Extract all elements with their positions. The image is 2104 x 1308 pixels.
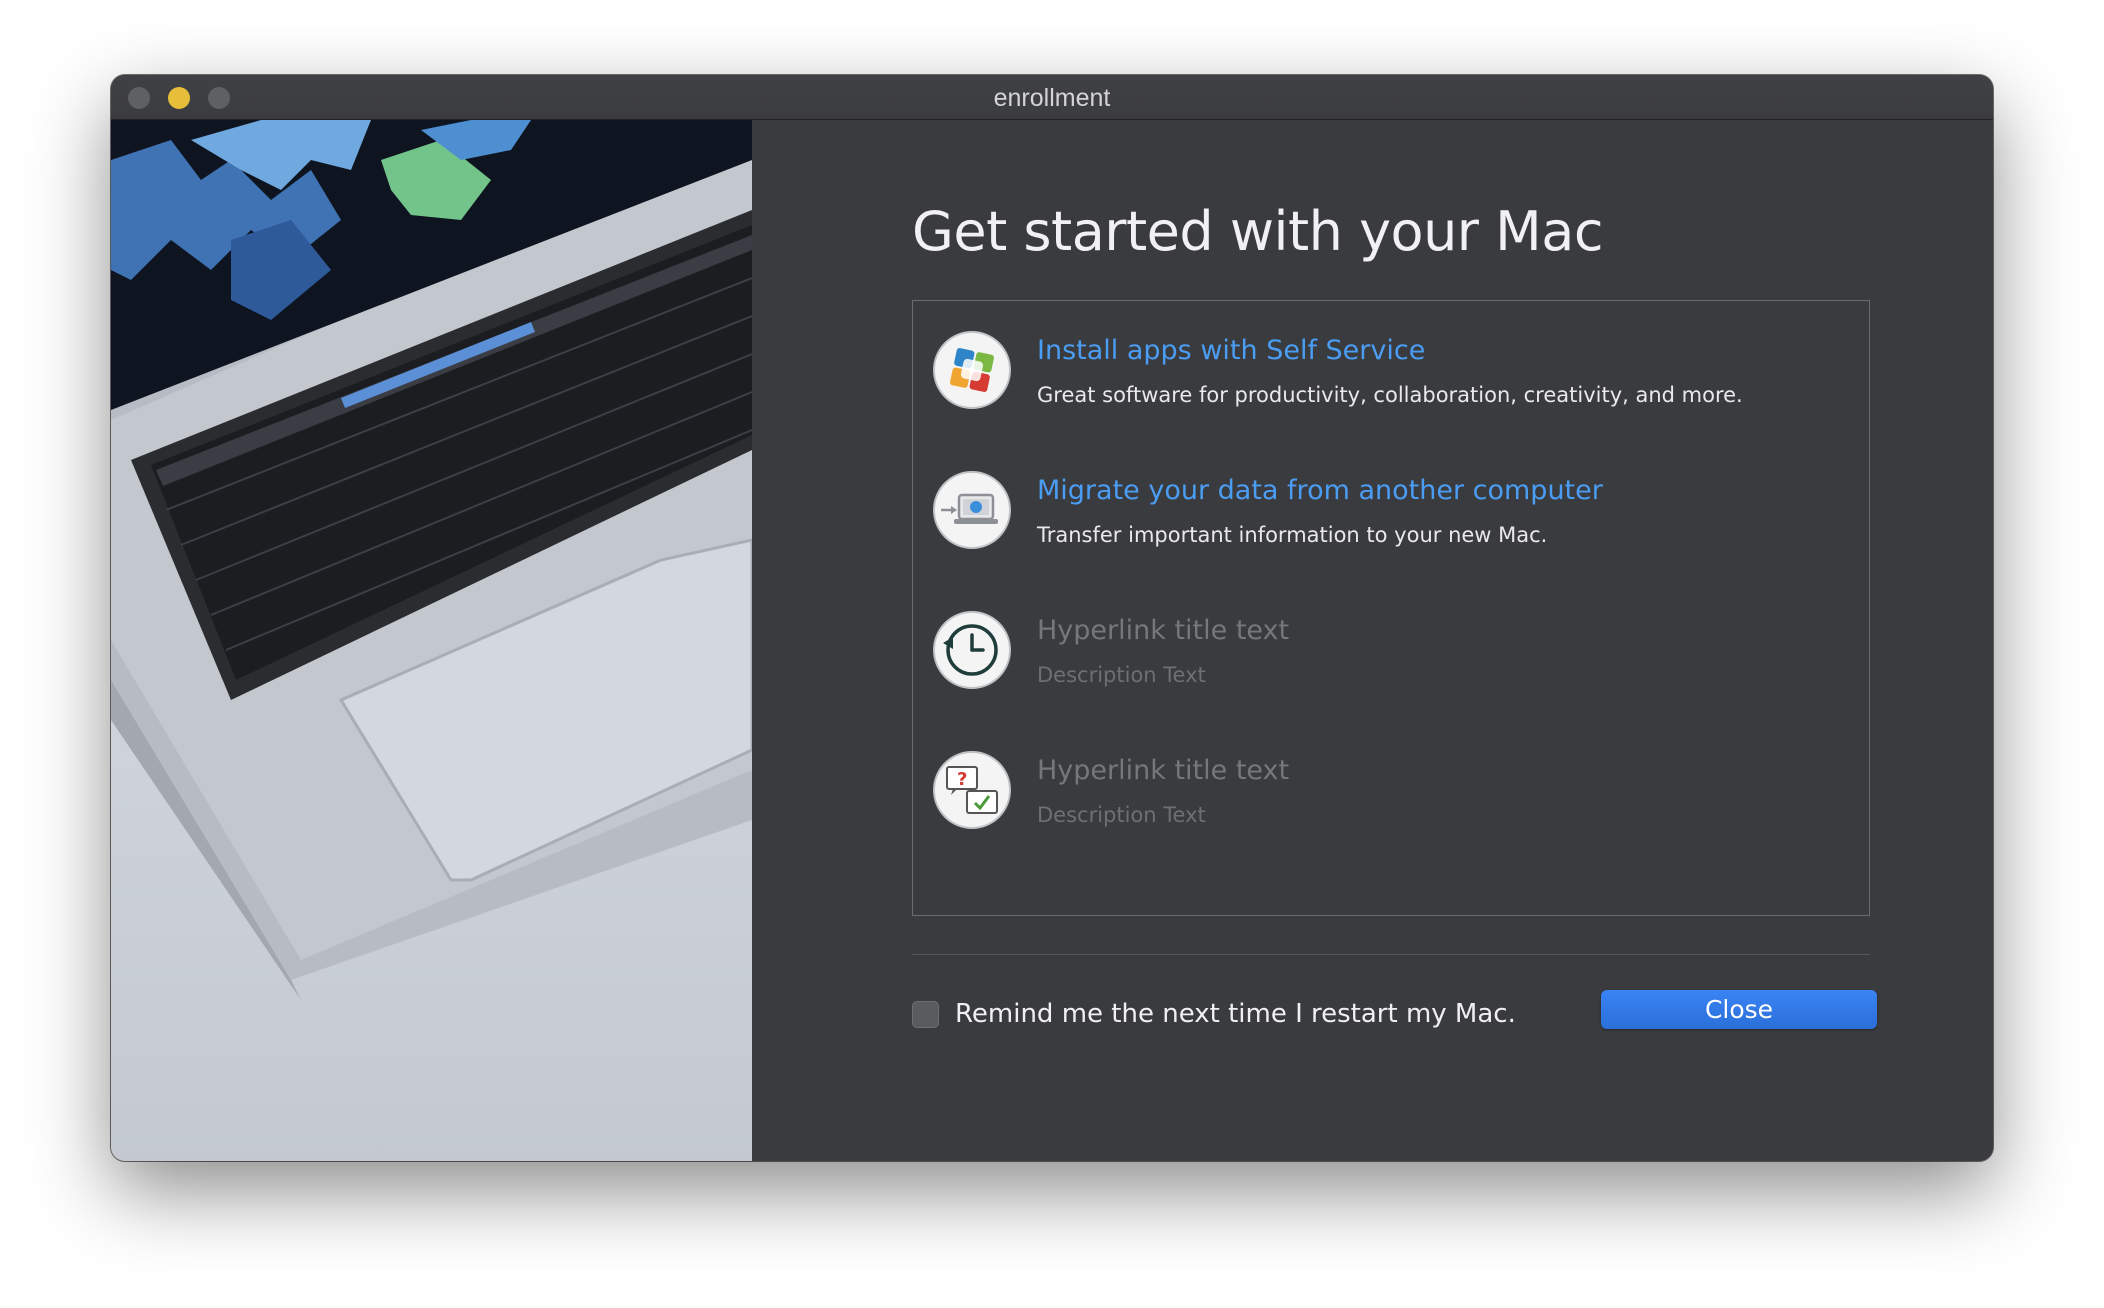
- close-button[interactable]: Close: [1601, 990, 1877, 1029]
- page-title: Get started with your Mac: [912, 200, 1604, 263]
- placeholder-link-2[interactable]: Hyperlink title text: [1037, 755, 1289, 786]
- window-title: enrollment: [993, 84, 1111, 112]
- footer-divider: [912, 954, 1870, 955]
- remind-option[interactable]: Remind me the next time I restart my Mac…: [912, 994, 1516, 1034]
- title-bar[interactable]: enrollment: [111, 75, 1993, 120]
- help-chat-icon: ?: [933, 751, 1011, 829]
- remind-checkbox[interactable]: [912, 1000, 939, 1028]
- list-item-migrate[interactable]: Migrate your data from another computer …: [933, 471, 1833, 571]
- install-apps-description: Great software for productivity, collabo…: [1037, 383, 1743, 407]
- time-machine-clock-icon: [933, 611, 1011, 689]
- svg-text:?: ?: [957, 769, 967, 790]
- migration-laptop-icon[interactable]: [933, 471, 1011, 549]
- content-pane: Get started with your Mac Install apps w…: [752, 120, 1993, 1161]
- self-service-icon[interactable]: [933, 331, 1011, 409]
- list-item-placeholder-1[interactable]: Hyperlink title text Description Text: [933, 611, 1833, 711]
- placeholder-description-1: Description Text: [1037, 663, 1206, 687]
- migrate-data-description: Transfer important information to your n…: [1037, 523, 1548, 547]
- placeholder-description-2: Description Text: [1037, 803, 1206, 827]
- list-item-placeholder-2[interactable]: ? Hyperlink title text Description Text: [933, 751, 1833, 851]
- macbook-illustration: [111, 120, 752, 1161]
- remind-label[interactable]: Remind me the next time I restart my Mac…: [955, 999, 1516, 1029]
- options-panel: Install apps with Self Service Great sof…: [912, 300, 1870, 916]
- migrate-data-link[interactable]: Migrate your data from another computer: [1037, 475, 1603, 506]
- list-item-self-service[interactable]: Install apps with Self Service Great sof…: [933, 331, 1833, 431]
- placeholder-link-1[interactable]: Hyperlink title text: [1037, 615, 1289, 646]
- enrollment-window: enrollment Get started with your Mac Ins…: [111, 75, 1993, 1161]
- install-apps-link[interactable]: Install apps with Self Service: [1037, 335, 1425, 366]
